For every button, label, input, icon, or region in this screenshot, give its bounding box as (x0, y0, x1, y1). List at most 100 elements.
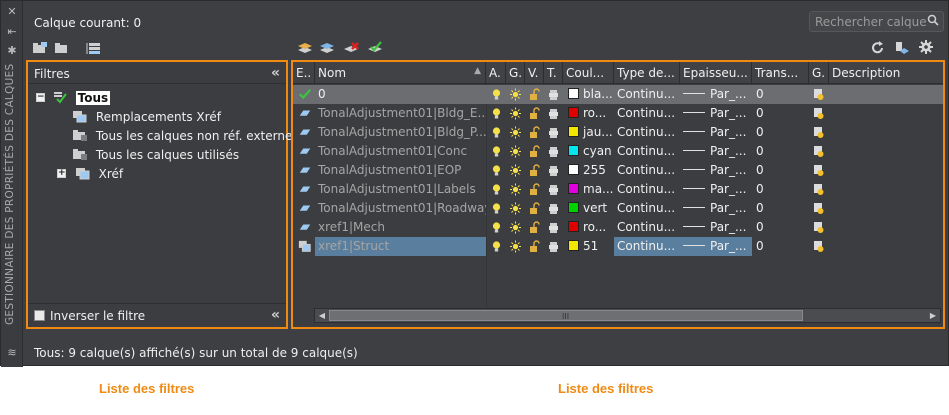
layer-description[interactable] (829, 104, 943, 123)
plot-icon[interactable] (548, 240, 559, 253)
thaw-sun-icon[interactable] (510, 202, 521, 215)
thaw-sun-icon[interactable] (510, 126, 521, 139)
layer-lineweight[interactable]: Par_... (680, 142, 752, 161)
layer-color[interactable]: cyan (565, 142, 614, 161)
tree-item-xref-overrides[interactable]: Remplacements Xréf (72, 109, 221, 127)
new-layer-icon[interactable] (297, 41, 313, 55)
layer-lineweight[interactable]: Par_... (680, 180, 752, 199)
collapse-expander[interactable]: − (36, 93, 45, 102)
new-vp-freeze-icon[interactable] (813, 221, 824, 234)
thaw-sun-icon[interactable] (510, 240, 521, 253)
tree-item-xref[interactable]: + Xréf (57, 166, 123, 184)
layer-description[interactable] (829, 180, 943, 199)
col-transparency[interactable]: Trans... (752, 62, 809, 84)
plot-icon[interactable] (548, 202, 559, 215)
settings-gear-icon[interactable] (918, 40, 934, 54)
refresh-icon[interactable] (870, 41, 886, 55)
layer-description[interactable] (829, 218, 943, 237)
unlock-icon[interactable] (529, 88, 540, 101)
layer-name[interactable]: 0 (315, 85, 486, 104)
layer-transparency[interactable]: 0 (753, 180, 809, 199)
collapse-filters-button[interactable]: « (271, 307, 280, 323)
layer-lineweight[interactable]: Par_... (680, 85, 752, 104)
unlock-icon[interactable] (529, 202, 540, 215)
layer-row[interactable]: TonalAdjustment01|Labels ma... Continu... P… (293, 180, 943, 199)
unlock-icon[interactable] (529, 240, 540, 253)
layer-color[interactable]: vert (565, 199, 614, 218)
plot-icon[interactable] (548, 126, 559, 139)
layer-linetype[interactable]: Continu... (614, 161, 680, 180)
layer-transparency[interactable]: 0 (753, 199, 809, 218)
on-bulb-icon[interactable] (491, 183, 502, 196)
unlock-icon[interactable] (529, 183, 540, 196)
layer-color[interactable]: 51 (565, 237, 614, 256)
delete-layer-icon[interactable] (343, 41, 359, 55)
thaw-sun-icon[interactable] (510, 221, 521, 234)
layer-lineweight[interactable]: Par_... (680, 237, 752, 256)
plot-icon[interactable] (548, 221, 559, 234)
layer-color[interactable]: ro... (565, 104, 614, 123)
layer-transparency[interactable]: 0 (753, 123, 809, 142)
col-lock[interactable]: V. (525, 62, 544, 84)
expand-expander[interactable]: + (57, 169, 66, 178)
on-bulb-icon[interactable] (491, 88, 502, 101)
scroll-thumb[interactable]: III (329, 310, 803, 321)
unlock-icon[interactable] (529, 107, 540, 120)
col-linetype[interactable]: Type de... (614, 62, 680, 84)
thaw-sun-icon[interactable] (510, 145, 521, 158)
new-vp-freeze-icon[interactable] (813, 183, 824, 196)
set-current-icon[interactable] (367, 41, 383, 55)
layer-name[interactable]: TonalAdjustment01|EOP (315, 161, 486, 180)
thaw-sun-icon[interactable] (510, 164, 521, 177)
layer-row[interactable]: TonalAdjustment01|Conc cyan Continu... Par_… (293, 142, 943, 161)
new-group-filter-icon[interactable] (54, 41, 70, 55)
layer-lineweight[interactable]: Par_... (680, 104, 752, 123)
layer-linetype[interactable]: Continu... (614, 123, 680, 142)
col-freeze[interactable]: G. (506, 62, 525, 84)
horizontal-scrollbar[interactable]: ◀ III ▶ (314, 308, 941, 323)
layer-row[interactable]: TonalAdjustment01|Roadway vert Continu... P… (293, 199, 943, 218)
new-vp-freeze-icon[interactable] (813, 145, 824, 158)
thaw-sun-icon[interactable] (510, 183, 521, 196)
layer-transparency[interactable]: 0 (753, 237, 809, 256)
close-icon[interactable]: ✕ (5, 6, 19, 18)
col-new-vp-freeze[interactable]: G. (809, 62, 829, 84)
layer-transparency[interactable]: 0 (753, 85, 809, 104)
new-vp-freeze-icon[interactable] (813, 88, 824, 101)
layer-description[interactable] (829, 161, 943, 180)
layer-linetype[interactable]: Continu... (614, 142, 680, 161)
new-vp-freeze-icon[interactable] (813, 240, 824, 253)
unlock-icon[interactable] (529, 164, 540, 177)
layer-linetype[interactable]: Continu... (614, 199, 680, 218)
layer-description[interactable] (829, 85, 943, 104)
layer-color[interactable]: bla... (565, 85, 614, 104)
new-vp-freeze-icon[interactable] (813, 126, 824, 139)
layer-name[interactable]: xref1|Struct (315, 237, 486, 256)
new-property-filter-icon[interactable] (32, 41, 48, 55)
on-bulb-icon[interactable] (491, 107, 502, 120)
layer-transparency[interactable]: 0 (753, 104, 809, 123)
scroll-right-arrow-icon[interactable]: ▶ (927, 310, 939, 321)
layer-name[interactable]: TonalAdjustment01|Bldg_P... (315, 123, 486, 142)
layer-color[interactable]: ro... (565, 218, 614, 237)
search-icon[interactable] (927, 14, 939, 26)
layer-linetype[interactable]: Continu... (614, 104, 680, 123)
layer-description[interactable] (829, 199, 943, 218)
plot-icon[interactable] (548, 145, 559, 158)
col-name[interactable]: Nom ▲ (315, 62, 486, 84)
thaw-sun-icon[interactable] (510, 107, 521, 120)
new-vp-freeze-icon[interactable] (813, 107, 824, 120)
layer-transparency[interactable]: 0 (753, 218, 809, 237)
collapse-filters-button[interactable]: « (271, 65, 280, 81)
plot-icon[interactable] (548, 107, 559, 120)
layer-color[interactable]: 255 (565, 161, 614, 180)
layer-description[interactable] (829, 237, 943, 256)
on-bulb-icon[interactable] (491, 145, 502, 158)
layer-row[interactable]: TonalAdjustment01|Bldg_P... jau... Continu… (293, 123, 943, 142)
tree-item-all[interactable]: − Tous (36, 90, 111, 108)
new-vp-freeze-icon[interactable] (813, 164, 824, 177)
layer-description[interactable] (829, 123, 943, 142)
tree-item-used-layers[interactable]: Tous les calques utilisés (72, 147, 239, 165)
layer-lineweight[interactable]: Par_... (680, 199, 752, 218)
plot-icon[interactable] (548, 88, 559, 101)
